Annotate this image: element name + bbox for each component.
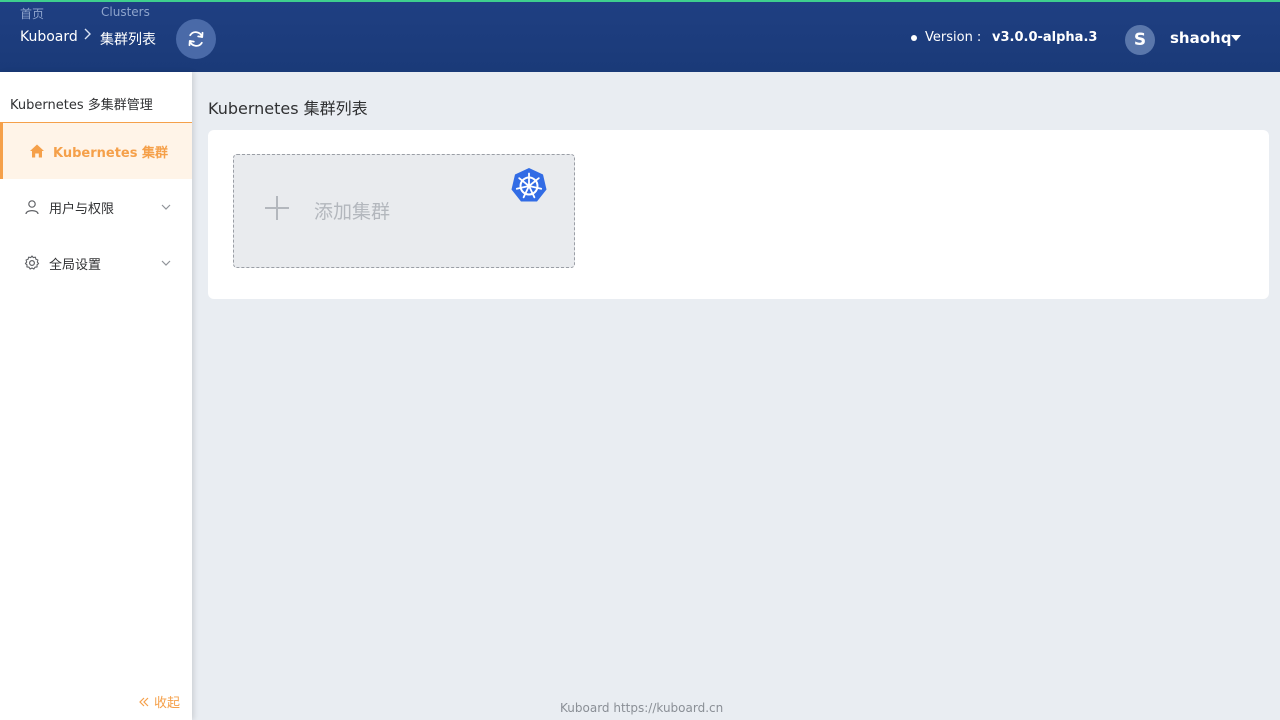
sidebar: Kubernetes 多集群管理 Kubernetes 集群 用户与权限 全局设… xyxy=(0,72,192,720)
nav-home-link[interactable]: 首页 xyxy=(20,5,44,22)
add-cluster-card[interactable]: 添加集群 xyxy=(233,154,575,268)
cluster-list-panel: 添加集群 xyxy=(208,130,1269,299)
add-cluster-label: 添加集群 xyxy=(314,201,391,223)
sidebar-item-kubernetes-clusters[interactable]: Kubernetes 集群 xyxy=(0,123,192,179)
version-label: Version : xyxy=(925,30,982,45)
collapse-sidebar-button[interactable]: 收起 xyxy=(138,692,180,711)
sidebar-title: Kubernetes 多集群管理 xyxy=(10,98,153,113)
version-value: v3.0.0-alpha.3 xyxy=(992,30,1098,45)
chevron-down-icon xyxy=(161,260,171,266)
breadcrumb-separator xyxy=(83,27,93,45)
breadcrumb-kuboard[interactable]: Kuboard xyxy=(20,29,78,45)
chevron-down-icon xyxy=(161,204,171,210)
top-bar: 首页 Clusters Kuboard 集群列表 Version : v3.0.… xyxy=(0,0,1280,72)
double-chevron-left-icon xyxy=(139,697,149,706)
refresh-button[interactable] xyxy=(176,19,216,59)
chevron-right-icon xyxy=(84,28,91,40)
plus-icon xyxy=(265,196,289,220)
user-avatar[interactable]: S xyxy=(1125,25,1155,55)
gear-icon xyxy=(24,255,40,271)
sidebar-item-global-settings[interactable]: 全局设置 xyxy=(0,235,192,291)
kubernetes-logo-icon xyxy=(511,168,547,202)
version-dot xyxy=(911,35,917,41)
home-icon xyxy=(29,143,45,159)
footer-text: Kuboard https://kuboard.cn xyxy=(560,701,724,715)
sidebar-item-users-permissions[interactable]: 用户与权限 xyxy=(0,179,192,235)
caret-down-icon[interactable] xyxy=(1231,35,1241,41)
nav-clusters-link[interactable]: Clusters xyxy=(101,5,150,19)
user-icon xyxy=(24,199,40,215)
page-title: Kubernetes 集群列表 xyxy=(208,99,368,118)
collapse-label: 收起 xyxy=(154,696,181,711)
sidebar-item-label: 用户与权限 xyxy=(49,201,115,217)
refresh-icon xyxy=(188,31,204,47)
sidebar-item-label: Kubernetes 集群 xyxy=(53,145,169,161)
username[interactable]: shaohq xyxy=(1170,29,1231,47)
breadcrumb-current: 集群列表 xyxy=(100,32,156,48)
sidebar-item-label: 全局设置 xyxy=(49,257,102,273)
